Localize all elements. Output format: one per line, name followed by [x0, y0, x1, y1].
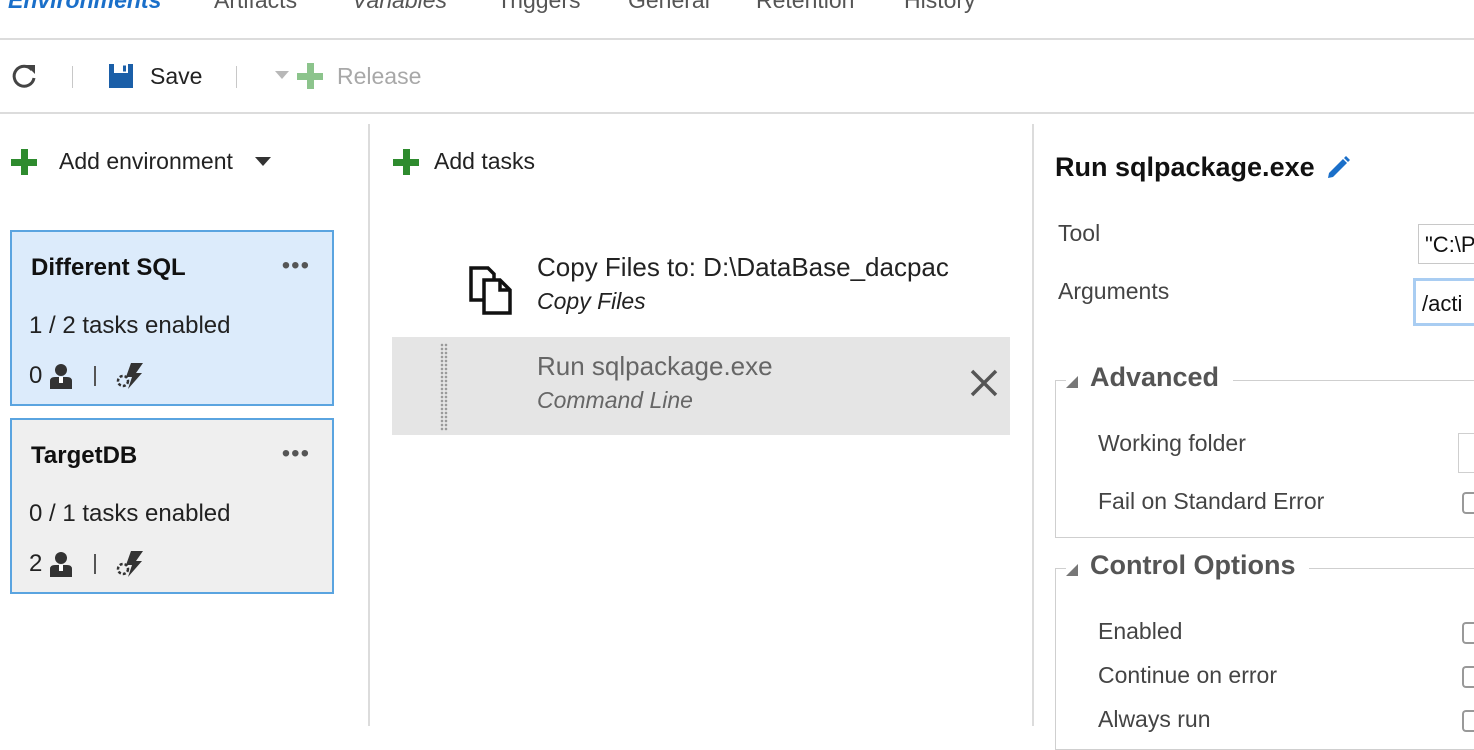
panel-divider	[1032, 124, 1034, 726]
approver-icon[interactable]	[50, 363, 73, 389]
tool-input[interactable]: "C:\P	[1418, 224, 1474, 264]
tab-artifacts[interactable]: Artifacts	[214, 0, 297, 14]
environment-card[interactable]: Different SQL ••• 1 / 2 tasks enabled 0	[10, 230, 334, 406]
copy-files-icon	[469, 266, 512, 315]
task-details-title: Run sqlpackage.exe	[1055, 152, 1351, 183]
add-environment-label: Add environment	[59, 148, 233, 174]
release-button[interactable]: Release	[275, 40, 421, 112]
divider	[94, 366, 97, 386]
refresh-icon	[12, 64, 36, 88]
arguments-label: Arguments	[1058, 278, 1170, 304]
more-options-icon[interactable]: •••	[282, 252, 310, 280]
enabled-label: Enabled	[1098, 618, 1183, 644]
working-folder-label: Working folder	[1098, 430, 1246, 456]
tab-variables[interactable]: Variables	[352, 0, 447, 14]
add-tasks-label: Add tasks	[434, 148, 535, 174]
tool-label: Tool	[1058, 220, 1101, 246]
arguments-input[interactable]: /acti	[1413, 278, 1474, 326]
release-label: Release	[337, 62, 422, 89]
environment-footer: 2	[29, 550, 144, 578]
chevron-down-icon	[254, 156, 271, 166]
tasks-enabled-text: 1 / 2 tasks enabled	[29, 312, 231, 339]
tab-retention[interactable]: Retention	[756, 0, 854, 14]
drag-handle[interactable]	[440, 343, 448, 431]
environment-name: TargetDB	[31, 442, 138, 469]
task-title: Copy Files to: D:\DataBase_dacpac	[537, 252, 949, 282]
more-options-icon[interactable]: •••	[282, 440, 310, 468]
deployment-trigger-icon[interactable]	[116, 550, 144, 578]
add-tasks-button[interactable]: Add tasks	[393, 148, 535, 175]
continue-on-error-label: Continue on error	[1098, 662, 1277, 688]
control-options-section-header[interactable]: Control Options	[1066, 550, 1310, 581]
control-options-title: Control Options	[1090, 550, 1296, 580]
tab-bar: Environments Artifacts Variables Trigger…	[0, 0, 1474, 40]
save-icon	[109, 64, 133, 88]
enabled-checkbox[interactable]	[1462, 622, 1474, 644]
deployment-trigger-icon[interactable]	[116, 362, 144, 390]
toolbar-divider	[236, 66, 237, 88]
fail-on-stderr-label: Fail on Standard Error	[1098, 488, 1325, 514]
add-icon	[297, 63, 323, 89]
save-label: Save	[150, 62, 203, 89]
tab-general[interactable]: General	[628, 0, 710, 14]
approvers-count: 0	[29, 362, 43, 389]
task-type: Command Line	[537, 387, 693, 413]
tab-triggers[interactable]: Triggers	[497, 0, 581, 14]
task-item[interactable]: Copy Files to: D:\DataBase_dacpac Copy F…	[392, 238, 1010, 336]
advanced-title: Advanced	[1090, 362, 1220, 392]
add-environment-button[interactable]: Add environment	[11, 148, 271, 175]
environment-footer: 0	[29, 362, 144, 390]
toolbar-divider	[72, 66, 73, 88]
save-button[interactable]: Save	[108, 40, 202, 112]
approvers-count: 2	[29, 550, 43, 577]
add-icon	[393, 148, 419, 175]
working-folder-input[interactable]	[1458, 433, 1474, 473]
collapse-icon	[1066, 375, 1078, 388]
environment-card[interactable]: TargetDB ••• 0 / 1 tasks enabled 2	[10, 418, 334, 594]
tab-environments[interactable]: Environments	[8, 0, 161, 14]
task-name: Run sqlpackage.exe	[1055, 152, 1315, 182]
always-run-label: Always run	[1098, 706, 1211, 732]
fail-on-stderr-checkbox[interactable]	[1462, 492, 1474, 514]
refresh-button[interactable]	[10, 40, 40, 112]
collapse-icon	[1066, 563, 1078, 576]
chevron-down-icon	[275, 71, 289, 79]
task-title: Run sqlpackage.exe	[537, 351, 773, 381]
environment-name: Different SQL	[31, 254, 186, 281]
edit-pencil-icon[interactable]	[1325, 155, 1351, 181]
tasks-enabled-text: 0 / 1 tasks enabled	[29, 500, 231, 527]
task-type: Copy Files	[537, 288, 646, 314]
continue-on-error-checkbox[interactable]	[1462, 666, 1474, 688]
toolbar: Save Release	[0, 40, 1474, 114]
always-run-checkbox[interactable]	[1462, 710, 1474, 732]
tab-history[interactable]: History	[904, 0, 976, 14]
add-icon	[11, 148, 37, 175]
approver-icon[interactable]	[50, 551, 73, 577]
task-item[interactable]: Run sqlpackage.exe Command Line	[392, 337, 1010, 435]
advanced-section-header[interactable]: Advanced	[1066, 362, 1234, 393]
panel-divider	[368, 124, 370, 726]
remove-task-icon[interactable]	[968, 367, 1000, 399]
divider	[94, 554, 97, 574]
